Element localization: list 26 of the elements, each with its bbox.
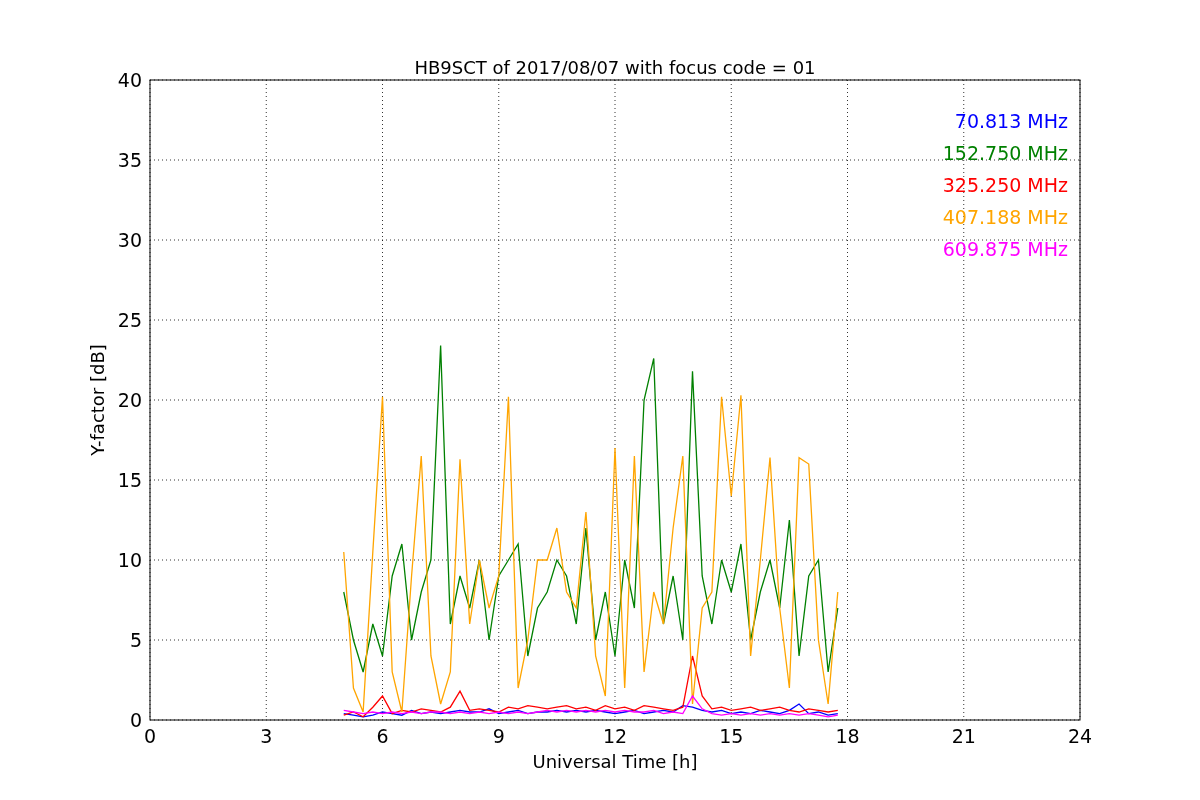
y-tick-label: 0 bbox=[129, 709, 142, 731]
x-tick-label: 6 bbox=[376, 725, 389, 747]
y-tick-label: 25 bbox=[117, 309, 142, 331]
x-axis-label: Universal Time [h] bbox=[532, 751, 698, 772]
x-tick-label: 15 bbox=[719, 725, 744, 747]
x-tick-label: 0 bbox=[143, 725, 157, 747]
y-axis-label: Y-factor [dB] bbox=[87, 344, 108, 456]
y-tick-label: 5 bbox=[129, 629, 142, 651]
x-tick-label: 21 bbox=[951, 725, 976, 747]
x-tick-label: 24 bbox=[1067, 725, 1093, 747]
y-tick-label: 35 bbox=[117, 149, 142, 171]
x-tick-label: 9 bbox=[492, 725, 505, 747]
y-tick-label: 10 bbox=[117, 549, 142, 571]
y-tick-label: 40 bbox=[117, 69, 142, 91]
x-tick-label: 12 bbox=[602, 725, 628, 747]
y-tick-label: 15 bbox=[117, 469, 142, 491]
y-tick-label: 30 bbox=[117, 229, 142, 251]
legend-label: 70.813 MHz bbox=[954, 110, 1068, 132]
legend-label: 152.750 MHz bbox=[942, 142, 1068, 164]
legend-label: 325.250 MHz bbox=[942, 174, 1068, 196]
chart-title: HB9SCT of 2017/08/07 with focus code = 01 bbox=[414, 57, 816, 78]
x-tick-label: 18 bbox=[835, 725, 860, 747]
x-tick-label: 3 bbox=[260, 725, 273, 747]
y-tick-label: 20 bbox=[117, 389, 142, 411]
legend-label: 609.875 MHz bbox=[942, 238, 1068, 260]
legend-label: 407.188 MHz bbox=[942, 206, 1068, 228]
